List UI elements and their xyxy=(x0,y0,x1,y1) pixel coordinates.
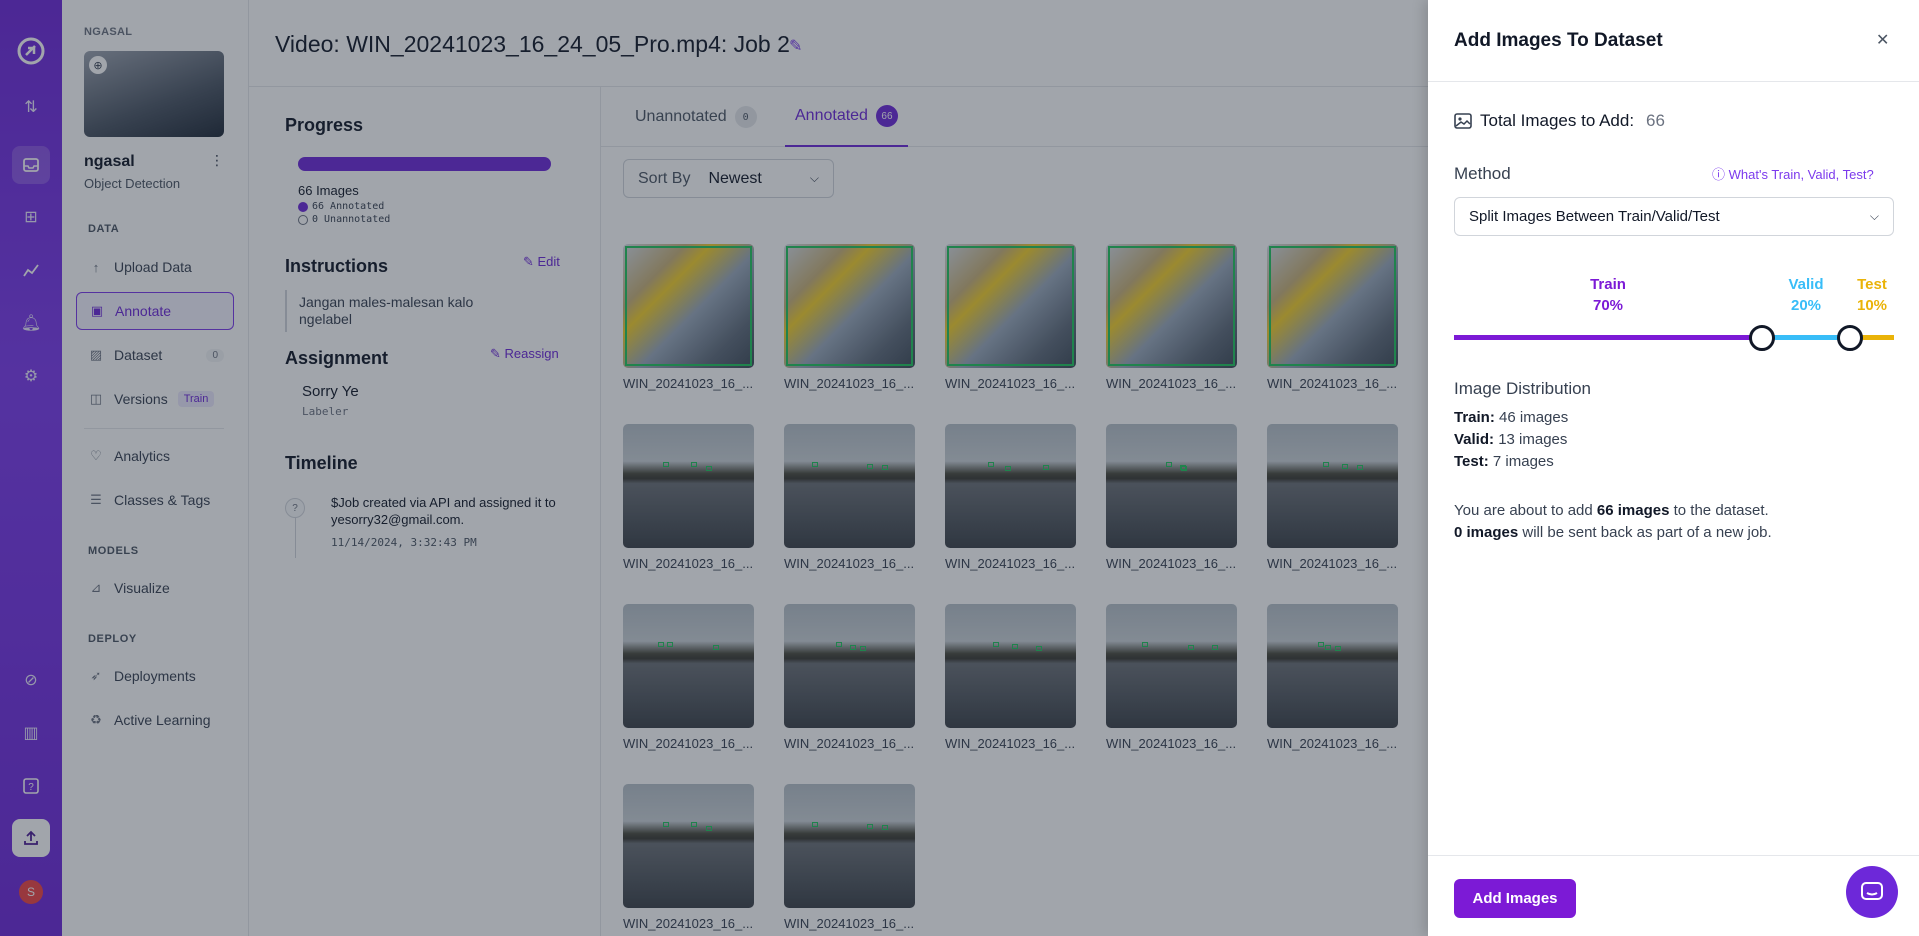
valid-line-label: Valid: xyxy=(1454,431,1495,448)
split-name: Test xyxy=(1857,276,1887,293)
note-count: 0 images xyxy=(1454,524,1519,541)
valid-line-value: 13 images xyxy=(1498,431,1568,448)
chat-icon xyxy=(1861,882,1883,900)
train-valid-handle[interactable] xyxy=(1749,325,1775,351)
add-images-drawer: Add Images To Dataset ✕ Total Images to … xyxy=(1428,0,1919,936)
chat-support-button[interactable] xyxy=(1846,866,1898,918)
valid-distribution: Valid: 13 images xyxy=(1454,431,1567,448)
chevron-down-icon: ⌵ xyxy=(1869,209,1879,223)
total-images: Total Images to Add: 66 xyxy=(1454,111,1665,131)
train-distribution: Train: 46 images xyxy=(1454,409,1568,426)
modal-backdrop[interactable] xyxy=(0,0,1428,936)
split-name: Train xyxy=(1590,276,1626,293)
help-link-text: What's Train, Valid, Test? xyxy=(1728,167,1874,182)
total-label: Total Images to Add: xyxy=(1480,111,1635,130)
note-text: You are about to add xyxy=(1454,502,1597,519)
sendback-note: 0 images will be sent back as part of a … xyxy=(1454,524,1894,541)
train-segment xyxy=(1454,335,1762,340)
image-icon xyxy=(1454,113,1472,129)
help-link[interactable]: ⓘ What's Train, Valid, Test? xyxy=(1712,164,1874,183)
note-count: 66 images xyxy=(1596,502,1670,519)
total-value: 66 xyxy=(1646,111,1665,130)
test-distribution: Test: 7 images xyxy=(1454,453,1554,470)
test-line-label: Test: xyxy=(1454,453,1489,470)
test-line-value: 7 images xyxy=(1492,453,1554,470)
distribution-title: Image Distribution xyxy=(1454,379,1592,398)
add-images-button[interactable]: Add Images xyxy=(1454,879,1576,918)
split-percent: 10% xyxy=(1856,297,1888,314)
train-split-label: Train 70% xyxy=(1568,274,1648,316)
train-line-value: 46 images xyxy=(1499,409,1569,426)
note-text: to the dataset. xyxy=(1669,502,1769,519)
note-text: will be sent back as part of a new job. xyxy=(1518,524,1772,541)
valid-test-handle[interactable] xyxy=(1837,325,1863,351)
method-label: Method xyxy=(1454,164,1511,183)
split-percent: 70% xyxy=(1592,297,1624,314)
method-select[interactable]: Split Images Between Train/Valid/Test ⌵ xyxy=(1454,197,1894,236)
split-slider[interactable] xyxy=(1454,320,1894,360)
drawer-title: Add Images To Dataset xyxy=(1454,30,1663,51)
close-icon[interactable]: ✕ xyxy=(1876,30,1889,50)
add-note: You are about to add 66 images to the da… xyxy=(1454,502,1894,519)
train-line-label: Train: xyxy=(1454,409,1495,426)
divider xyxy=(1428,81,1919,82)
method-value: Split Images Between Train/Valid/Test xyxy=(1469,208,1720,225)
test-split-label: Test 10% xyxy=(1832,274,1912,316)
